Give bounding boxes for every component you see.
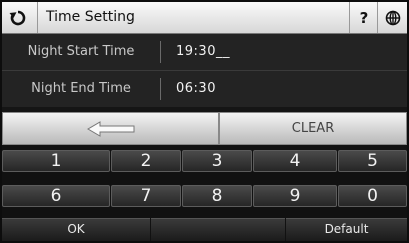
key-3[interactable]: 3 <box>182 150 252 172</box>
help-button[interactable]: ? <box>349 2 378 33</box>
key-4[interactable]: 4 <box>253 150 337 172</box>
back-button[interactable] <box>2 2 34 33</box>
clear-button[interactable]: CLEAR <box>219 112 407 145</box>
key-5[interactable]: 5 <box>338 150 407 172</box>
key-0[interactable]: 0 <box>338 185 407 207</box>
back-icon <box>9 10 26 25</box>
ok-button[interactable]: OK <box>2 218 150 241</box>
title-bar: Time Setting ? <box>2 2 407 34</box>
night-start-time-label: Night Start Time <box>27 44 135 59</box>
row-divider <box>160 41 161 63</box>
backspace-button[interactable] <box>2 112 219 145</box>
night-start-time-row[interactable]: Night Start Time 19:30__ <box>2 34 407 71</box>
night-end-time-value[interactable]: 06:30 <box>176 71 216 107</box>
language-button[interactable] <box>377 2 407 33</box>
time-setting-screen: Time Setting ? Night Start Time 19:30__ … <box>2 2 407 241</box>
key-2[interactable]: 2 <box>111 150 181 172</box>
night-start-time-value[interactable]: 19:30__ <box>176 34 230 70</box>
row-divider <box>160 78 161 100</box>
key-1[interactable]: 1 <box>2 150 110 172</box>
key-8[interactable]: 8 <box>182 185 252 207</box>
default-button[interactable]: Default <box>286 218 407 241</box>
night-end-time-row[interactable]: Night End Time 06:30 <box>2 71 407 108</box>
key-9[interactable]: 9 <box>253 185 337 207</box>
key-7[interactable]: 7 <box>111 185 181 207</box>
key-6[interactable]: 6 <box>2 185 110 207</box>
night-end-time-label: Night End Time <box>31 81 131 96</box>
page-title: Time Setting <box>37 2 135 33</box>
globe-icon <box>385 10 401 25</box>
left-arrow-icon <box>86 120 134 137</box>
clear-label: CLEAR <box>291 121 335 136</box>
footer-spacer <box>151 218 285 241</box>
